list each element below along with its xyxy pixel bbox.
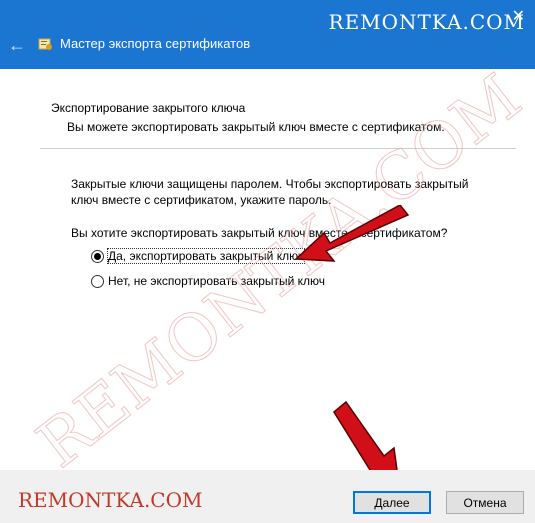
radio-label-yes: Да, экспортировать закрытый ключ — [106, 248, 306, 264]
radio-export-yes[interactable]: Да, экспортировать закрытый ключ — [91, 248, 306, 264]
section-subtitle: Вы можете экспортировать закрытый ключ в… — [67, 120, 445, 134]
close-icon[interactable]: ✕ — [512, 6, 525, 26]
divider — [40, 148, 516, 149]
password-info-text: Закрытые ключи защищены паролем. Чтобы э… — [71, 177, 469, 207]
certificate-wizard-icon — [38, 38, 52, 50]
back-arrow-icon[interactable]: ← — [8, 35, 26, 56]
watermark-top: REMONTKA.COM — [328, 10, 525, 34]
wizard-title: Мастер экспорта сертификатов — [60, 36, 251, 51]
export-question: Вы хотите экспортировать закрытый ключ в… — [71, 226, 448, 240]
radio-button-unchecked[interactable] — [91, 274, 104, 288]
radio-button-checked[interactable] — [91, 249, 104, 263]
section-title: Экспортирование закрытого ключа — [51, 101, 246, 115]
next-button[interactable]: Далее — [353, 491, 431, 514]
cancel-button[interactable]: Отмена — [446, 491, 524, 514]
radio-label-no: Нет, не экспортировать закрытый ключ — [108, 274, 326, 288]
footer-watermark: REMONTKA.COM — [18, 488, 203, 512]
radio-export-no[interactable]: Нет, не экспортировать закрытый ключ — [91, 274, 325, 288]
